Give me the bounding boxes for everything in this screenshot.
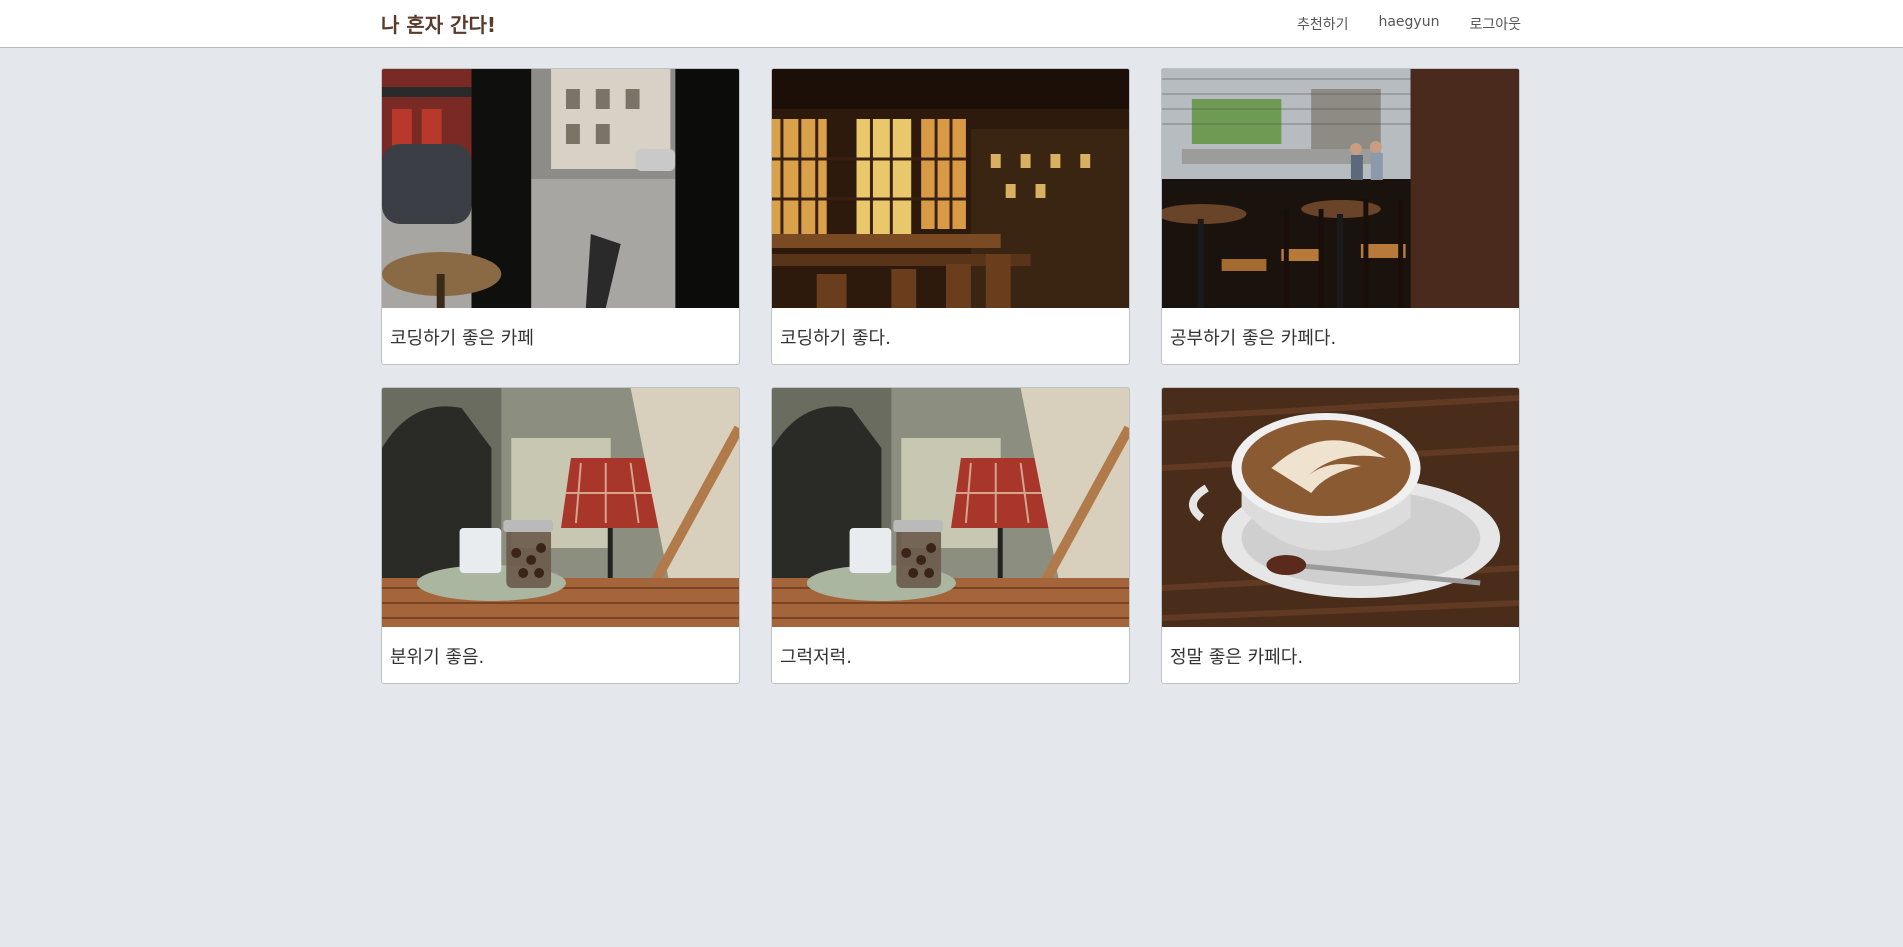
cafe-photo: [1162, 69, 1519, 308]
cafe-card[interactable]: 그럭저럭.: [771, 387, 1130, 684]
cafe-card-title: 코딩하기 좋은 카페: [390, 328, 534, 349]
nav-recommend-link[interactable]: 추천하기: [1297, 14, 1349, 34]
cafe-card-title: 코딩하기 좋다.: [780, 328, 891, 349]
cafe-card-title: 공부하기 좋은 카페다.: [1170, 328, 1337, 349]
cafe-card-title: 정말 좋은 카페다.: [1170, 647, 1304, 668]
cafe-photo: [772, 69, 1129, 308]
cafe-card-title: 분위기 좋음.: [390, 647, 485, 668]
cafe-photo: [772, 388, 1129, 627]
cafe-card-grid: 코딩하기 좋은 카페 코딩하기 좋다. 공부하기 좋은 카페다. 분위기 좋음.…: [381, 68, 1520, 684]
cafe-card[interactable]: 정말 좋은 카페다.: [1161, 387, 1520, 684]
nav-logout-link[interactable]: 로그아웃: [1469, 14, 1521, 34]
cafe-card[interactable]: 공부하기 좋은 카페다.: [1161, 68, 1520, 365]
cafe-card[interactable]: 코딩하기 좋은 카페: [381, 68, 740, 365]
brand-logo-link[interactable]: 나 혼자 간다!: [381, 9, 496, 38]
top-navbar: 나 혼자 간다! 추천하기 haegyun 로그아웃: [0, 0, 1903, 48]
cafe-photo: [382, 388, 739, 627]
cafe-photo: [382, 69, 739, 308]
cafe-card-title: 그럭저럭.: [780, 647, 852, 668]
cafe-photo: [1162, 388, 1519, 627]
cafe-card[interactable]: 분위기 좋음.: [381, 387, 740, 684]
nav-username-link[interactable]: haegyun: [1378, 14, 1439, 34]
nav-menu: 추천하기 haegyun 로그아웃: [1297, 14, 1521, 34]
cafe-card[interactable]: 코딩하기 좋다.: [771, 68, 1130, 365]
